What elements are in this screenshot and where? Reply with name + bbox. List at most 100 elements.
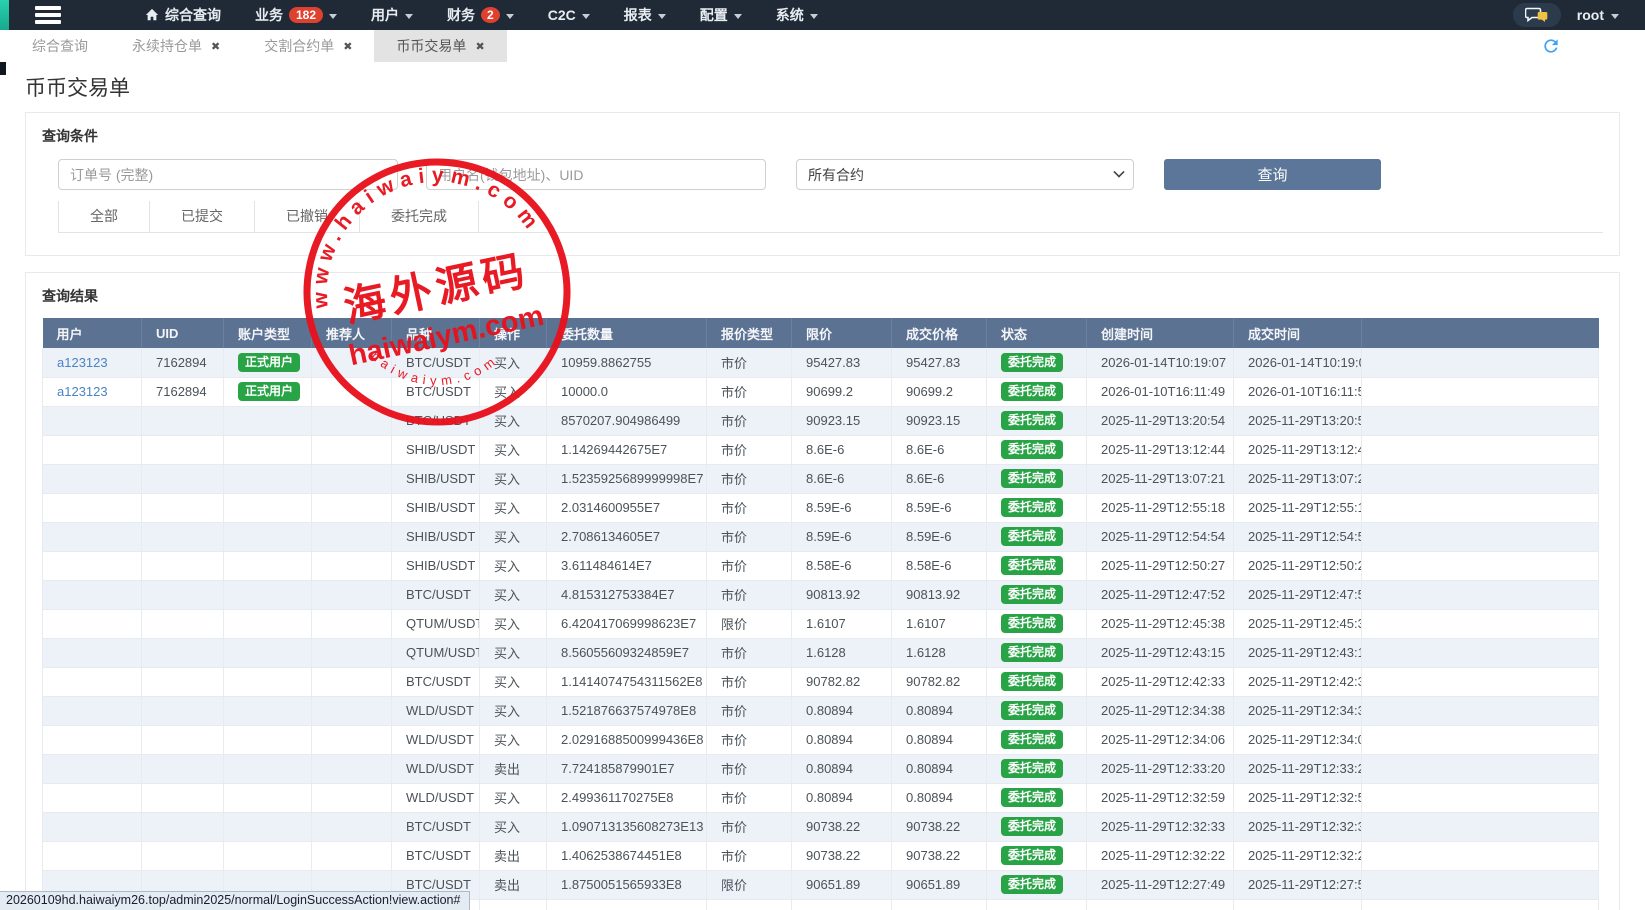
status-badge: 委托完成 — [1001, 817, 1063, 836]
cell-side: 卖出 — [480, 754, 547, 783]
cell-dealt-at: 2025-11-29T12:43:16 — [1234, 638, 1362, 667]
cell-price-type: 市价 — [707, 551, 792, 580]
nav-item-2[interactable]: 业务182 — [255, 5, 337, 25]
cell-dealt-at: 2025-11-29T12:50:28 — [1234, 551, 1362, 580]
cell-dealt-at: 2026-01-10T16:11:50 — [1234, 377, 1362, 406]
open-tab-2[interactable]: 永续持仓单 ✖ — [110, 30, 242, 62]
cell-limit-price: 8.6E-6 — [792, 435, 892, 464]
table-row: SHIB/USDT买入3.611484614E7市价8.58E-68.58E-6… — [43, 551, 1599, 580]
cell-status: 委托完成 — [987, 638, 1087, 667]
navbar-menu: 综合查询 业务182 用户 财务2 C2C 报表 配置 系统 — [145, 5, 818, 25]
cell-actions-empty — [1362, 493, 1599, 522]
open-tab-4[interactable]: 币币交易单✖ — [374, 30, 506, 62]
cell-side: 买入 — [480, 667, 547, 696]
cell-user — [43, 725, 142, 754]
filter-tab-2[interactable]: 已提交 — [150, 201, 255, 232]
cell-created-at: 2025-11-29T12:34:38 — [1087, 696, 1234, 725]
user-menu[interactable]: root — [1577, 7, 1619, 23]
cell-side: 买入 — [480, 696, 547, 725]
cell-quantity: 1.5235925689999998E7 — [547, 464, 707, 493]
username-uid-input[interactable] — [426, 159, 766, 190]
cell-uid — [142, 812, 224, 841]
cell-actions-empty — [1362, 638, 1599, 667]
table-row: BTC/USDT买入1.1414074754311562E8市价90782.82… — [43, 667, 1599, 696]
cell-dealt-at: 2025-11-29T12:32:33 — [1234, 812, 1362, 841]
cell-account-type — [224, 493, 312, 522]
close-tab-icon[interactable]: ✖ — [343, 40, 352, 53]
close-tab-icon[interactable]: ✖ — [475, 40, 484, 53]
cell-account-type — [224, 754, 312, 783]
cell-dealt-at: 2025-11-29T12:32:59 — [1234, 783, 1362, 812]
cell-created-at: 2025-11-29T12:50:27 — [1087, 551, 1234, 580]
cell-symbol: BTC/USDT — [392, 812, 480, 841]
cell-status: 委托完成 — [987, 783, 1087, 812]
cell-quantity: 8.56055609324859E7 — [547, 638, 707, 667]
account-type-badge: 正式用户 — [238, 382, 300, 401]
cell-account-type — [224, 435, 312, 464]
open-tab-1[interactable]: 综合查询 — [10, 30, 110, 62]
user-name: root — [1577, 7, 1604, 23]
page-title: 币币交易单 — [25, 72, 1645, 102]
cell-status: 委托完成 — [987, 609, 1087, 638]
cell-actions-empty — [1362, 870, 1599, 899]
close-tab-icon[interactable]: ✖ — [211, 40, 220, 53]
nav-item-1[interactable]: 综合查询 — [145, 5, 221, 25]
cell-referrer — [312, 609, 392, 638]
messages-button[interactable] — [1513, 3, 1561, 27]
table-row: BTC/USDT卖出1.4062538674451E8市价90738.22907… — [43, 841, 1599, 870]
cell-actions-empty — [1362, 667, 1599, 696]
nav-item-5[interactable]: C2C — [548, 7, 590, 23]
user-link[interactable]: a123123 — [57, 384, 108, 399]
chat-bubbles-icon — [1525, 7, 1549, 23]
cell-actions-empty — [1362, 812, 1599, 841]
cell-uid — [142, 638, 224, 667]
nav-item-6[interactable]: 报表 — [624, 5, 666, 25]
nav-item-label: 报表 — [624, 5, 652, 25]
order-id-input[interactable] — [58, 159, 398, 190]
cell-deal-price: 8.6E-6 — [892, 435, 987, 464]
nav-item-3[interactable]: 用户 — [371, 5, 413, 25]
contract-select[interactable]: 所有合约 — [796, 159, 1134, 190]
cell-quantity: 2.7086134605E7 — [547, 522, 707, 551]
cell-referrer — [312, 348, 392, 377]
account-type-badge: 正式用户 — [238, 353, 300, 372]
hamburger-menu-icon[interactable] — [9, 0, 87, 30]
nav-item-7[interactable]: 配置 — [700, 5, 742, 25]
search-button[interactable]: 查询 — [1164, 159, 1381, 190]
filter-tab-4[interactable]: 委托完成 — [360, 201, 479, 232]
cell-side: 买入 — [480, 464, 547, 493]
cell-actions-empty — [1362, 406, 1599, 435]
open-tab-3[interactable]: 交割合约单✖ — [242, 30, 374, 62]
cell-symbol: SHIB/USDT — [392, 464, 480, 493]
cell-side: 买入 — [480, 348, 547, 377]
cell-referrer — [312, 580, 392, 609]
cell-status: 委托完成 — [987, 696, 1087, 725]
cell-quantity: 4.815312753384E7 — [547, 580, 707, 609]
navbar-right: root — [1513, 3, 1645, 27]
cell-empty — [987, 899, 1087, 910]
nav-item-8[interactable]: 系统 — [776, 5, 818, 25]
nav-item-label: 用户 — [371, 5, 399, 25]
cell-user — [43, 783, 142, 812]
filter-tab-3[interactable]: 已撤销 — [255, 201, 360, 232]
cell-created-at: 2025-11-29T12:47:52 — [1087, 580, 1234, 609]
cell-deal-price: 0.80894 — [892, 696, 987, 725]
status-badge: 委托完成 — [1001, 643, 1063, 662]
column-header: 委托数量 — [547, 318, 707, 348]
cell-account-type — [224, 609, 312, 638]
cell-dealt-at: 2025-11-29T12:27:50 — [1234, 870, 1362, 899]
cell-price-type: 市价 — [707, 493, 792, 522]
cell-referrer — [312, 551, 392, 580]
cell-price-type: 市价 — [707, 667, 792, 696]
refresh-button[interactable] — [1541, 36, 1561, 56]
tab-label: 永续持仓单 — [132, 36, 202, 56]
filter-tab-1[interactable]: 全部 — [58, 201, 150, 232]
top-navbar: 综合查询 业务182 用户 财务2 C2C 报表 配置 系统 root — [0, 0, 1645, 30]
cell-user: a123123 — [43, 377, 142, 406]
nav-item-label: 配置 — [700, 5, 728, 25]
column-header: 成交价格 — [892, 318, 987, 348]
table-row: SHIB/USDT买入2.7086134605E7市价8.59E-68.59E-… — [43, 522, 1599, 551]
user-link[interactable]: a123123 — [57, 355, 108, 370]
cell-symbol: SHIB/USDT — [392, 551, 480, 580]
nav-item-4[interactable]: 财务2 — [447, 5, 514, 25]
